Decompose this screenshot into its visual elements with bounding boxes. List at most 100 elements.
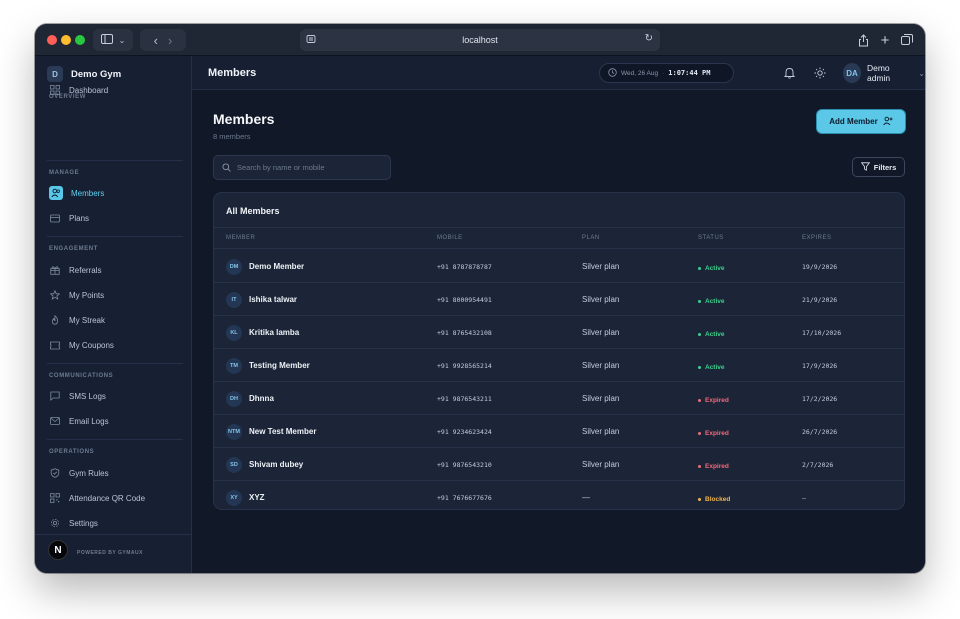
table-row[interactable]: DH Dhnna +91 9876543211 Silver plan Expir… xyxy=(214,382,904,415)
browser-window: ⌄ ‹ › localhost ↻ + D Demo Gym OVERVIEW xyxy=(35,24,925,573)
sidebar-footer-divider xyxy=(35,534,192,535)
column-header-status: STATUS xyxy=(698,235,724,241)
members-table-card: All Members MEMBER MOBILE PLAN STATUS EX… xyxy=(213,192,905,510)
member-count: 8 members xyxy=(213,132,251,141)
member-name[interactable]: Kritika lamba xyxy=(249,328,299,337)
table-row[interactable]: SD Shivam dubey +91 9876543210 Silver pla… xyxy=(214,448,904,481)
back-arrow-icon[interactable]: ‹ xyxy=(154,33,158,48)
sidebar-item-label: Plans xyxy=(69,213,90,223)
avatar: DA xyxy=(843,63,861,83)
member-expires: 2/7/2026 xyxy=(802,460,834,469)
sidebar-item-dashboard[interactable]: Dashboard xyxy=(47,81,183,99)
separator-dot: · xyxy=(662,69,665,77)
member-name[interactable]: Ishika talwar xyxy=(249,295,297,304)
member-name[interactable]: Dhnna xyxy=(249,394,274,403)
add-member-button[interactable]: Add Member xyxy=(817,110,905,133)
status-badge: Active xyxy=(698,364,725,371)
sidebar-item-my-streak[interactable]: My Streak xyxy=(47,311,183,329)
next-logo[interactable]: N xyxy=(48,540,68,560)
member-name[interactable]: Demo Member xyxy=(249,262,304,271)
url-text: localhost xyxy=(462,35,498,45)
sidebar-toggle-button[interactable]: ⌄ xyxy=(93,29,133,51)
table-row[interactable]: IT Ishika talwar +91 8000954491 Silver pl… xyxy=(214,283,904,316)
new-tab-icon[interactable]: + xyxy=(875,30,895,50)
status-badge: Expired xyxy=(698,397,729,404)
filters-label: Filters xyxy=(873,162,897,172)
brand[interactable]: D Demo Gym xyxy=(47,66,121,82)
sidebar-item-sms-logs[interactable]: SMS Logs xyxy=(47,387,183,405)
close-window-button[interactable] xyxy=(47,35,57,45)
sidebar-item-attendance-qr[interactable]: Attendance QR Code xyxy=(47,489,183,507)
minimize-window-button[interactable] xyxy=(61,35,71,45)
table-body: DM Demo Member +91 8787878787 Silver plan… xyxy=(214,250,904,509)
table-row[interactable]: XY XYZ +91 7676677676 — Blocked – xyxy=(214,481,904,509)
sidebar-item-plans[interactable]: Plans xyxy=(47,209,183,227)
star-icon xyxy=(49,289,61,301)
table-header: MEMBER MOBILE PLAN STATUS EXPIRES xyxy=(214,227,904,249)
status-badge: Active xyxy=(698,298,725,305)
sidebar-item-label: SMS Logs xyxy=(69,391,106,401)
sidebar-item-label: Email Logs xyxy=(69,416,109,426)
member-mobile: +91 9928565214 xyxy=(437,361,492,370)
member-mobile: +91 9876543210 xyxy=(437,460,492,469)
member-expires: 19/9/2026 xyxy=(802,262,838,271)
share-icon[interactable] xyxy=(853,30,873,50)
user-menu[interactable]: DA Demo admin ⌄ xyxy=(843,63,925,83)
filters-button[interactable]: Filters xyxy=(852,157,905,177)
member-plan: Silver plan xyxy=(582,394,620,403)
member-name[interactable]: New Test Member xyxy=(249,427,316,436)
member-name[interactable]: Shivam dubey xyxy=(249,460,303,469)
sidebar-item-my-points[interactable]: My Points xyxy=(47,286,183,304)
back-forward-group: ‹ › xyxy=(140,29,186,51)
current-date: Wed, 26 Aug xyxy=(621,69,659,77)
table-row[interactable]: KL Kritika lamba +91 8765432108 Silver pl… xyxy=(214,316,904,349)
current-time: 1:07:44 PM xyxy=(668,69,711,77)
member-mobile: +91 8765432108 xyxy=(437,328,492,337)
table-row[interactable]: NTM New Test Member +91 9234623424 Silver… xyxy=(214,415,904,448)
search-box[interactable] xyxy=(213,155,391,180)
tab-overview-icon[interactable] xyxy=(897,30,917,50)
sidebar-toggle-icon xyxy=(100,33,113,47)
flame-icon xyxy=(49,314,61,326)
member-plan: — xyxy=(582,493,590,502)
forward-arrow-icon[interactable]: › xyxy=(168,33,172,48)
sidebar-item-gym-rules[interactable]: Gym Rules xyxy=(47,464,183,482)
member-mobile: +91 9876543211 xyxy=(437,394,492,403)
browser-titlebar: ⌄ ‹ › localhost ↻ + xyxy=(35,24,925,56)
chevron-down-icon: ⌄ xyxy=(918,68,925,78)
main-content: Members 8 members Add Member Filters All… xyxy=(192,90,925,573)
member-name[interactable]: Testing Member xyxy=(249,361,310,370)
filter-icon xyxy=(860,161,870,173)
sidebar-item-label: Members xyxy=(71,188,105,198)
column-header-plan: PLAN xyxy=(582,235,600,241)
status-badge: Expired xyxy=(698,463,729,470)
user-plus-icon xyxy=(882,116,893,128)
brand-name: Demo Gym xyxy=(71,68,122,80)
address-bar[interactable]: localhost ↻ xyxy=(300,29,660,51)
section-label-communications: COMMUNICATIONS xyxy=(49,373,114,379)
card-icon xyxy=(49,212,61,224)
reload-icon[interactable]: ↻ xyxy=(645,33,653,44)
table-row[interactable]: TM Testing Member +91 9928565214 Silver p… xyxy=(214,349,904,382)
sidebar-item-label: Referrals xyxy=(69,265,102,275)
search-input[interactable] xyxy=(237,163,387,172)
member-name[interactable]: XYZ xyxy=(249,493,265,502)
bell-icon[interactable] xyxy=(781,65,797,81)
section-label-engagement: ENGAGEMENT xyxy=(49,246,99,252)
page-settings-icon[interactable] xyxy=(306,34,316,46)
sidebar-item-referrals[interactable]: Referrals xyxy=(47,261,183,279)
status-badge: Expired xyxy=(698,430,729,437)
sidebar-item-settings[interactable]: Settings xyxy=(47,514,183,532)
table-row[interactable]: DM Demo Member +91 8787878787 Silver plan… xyxy=(214,250,904,283)
sun-icon[interactable] xyxy=(812,65,828,81)
sidebar: D Demo Gym OVERVIEW Dashboard MANAGE Mem… xyxy=(35,56,192,573)
search-icon xyxy=(222,159,231,177)
sidebar-item-label: My Coupons xyxy=(69,340,114,350)
sidebar-item-my-coupons[interactable]: My Coupons xyxy=(47,336,183,354)
column-header-mobile: MOBILE xyxy=(437,235,463,241)
chevron-down-icon: ⌄ xyxy=(118,35,126,45)
sidebar-item-members[interactable]: Members xyxy=(47,184,183,202)
zoom-window-button[interactable] xyxy=(75,35,85,45)
sidebar-item-email-logs[interactable]: Email Logs xyxy=(47,412,183,430)
sidebar-divider xyxy=(47,160,183,161)
